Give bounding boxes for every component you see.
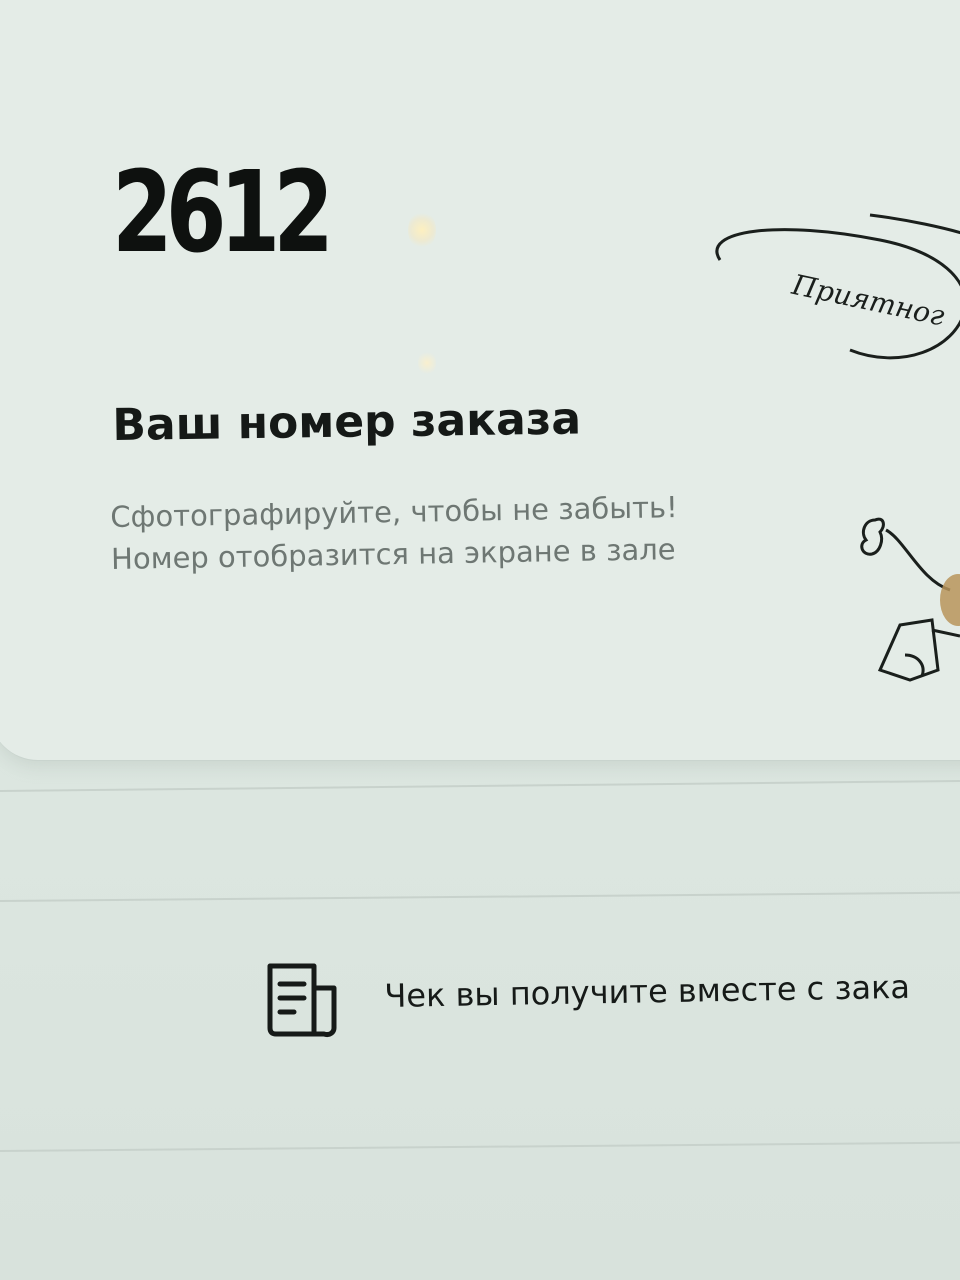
order-confirmation-screen: 2612 Ваш номер заказа Сфотографируйте, ч… — [0, 0, 960, 1280]
receipt-info-text: Чек вы получите вместе с зака — [384, 967, 911, 1015]
pastry-icon — [940, 574, 960, 626]
arm-doodle — [885, 528, 951, 592]
receipt-info-row: Чек вы получите вместе с зака — [262, 960, 960, 1050]
cup-icon — [877, 618, 940, 682]
divider — [0, 779, 960, 792]
light-reflection — [418, 350, 436, 376]
light-reflection — [408, 210, 436, 250]
divider — [0, 1141, 960, 1152]
order-hint: Сфотографируйте, чтобы не забыть! Номер … — [110, 486, 679, 580]
divider — [0, 891, 960, 902]
receipt-icon — [267, 963, 337, 1037]
swoosh-doodle — [869, 213, 960, 235]
hand-icon — [860, 517, 885, 556]
order-number-heading: Ваш номер заказа — [112, 393, 582, 451]
order-number: 2612 — [112, 148, 334, 278]
